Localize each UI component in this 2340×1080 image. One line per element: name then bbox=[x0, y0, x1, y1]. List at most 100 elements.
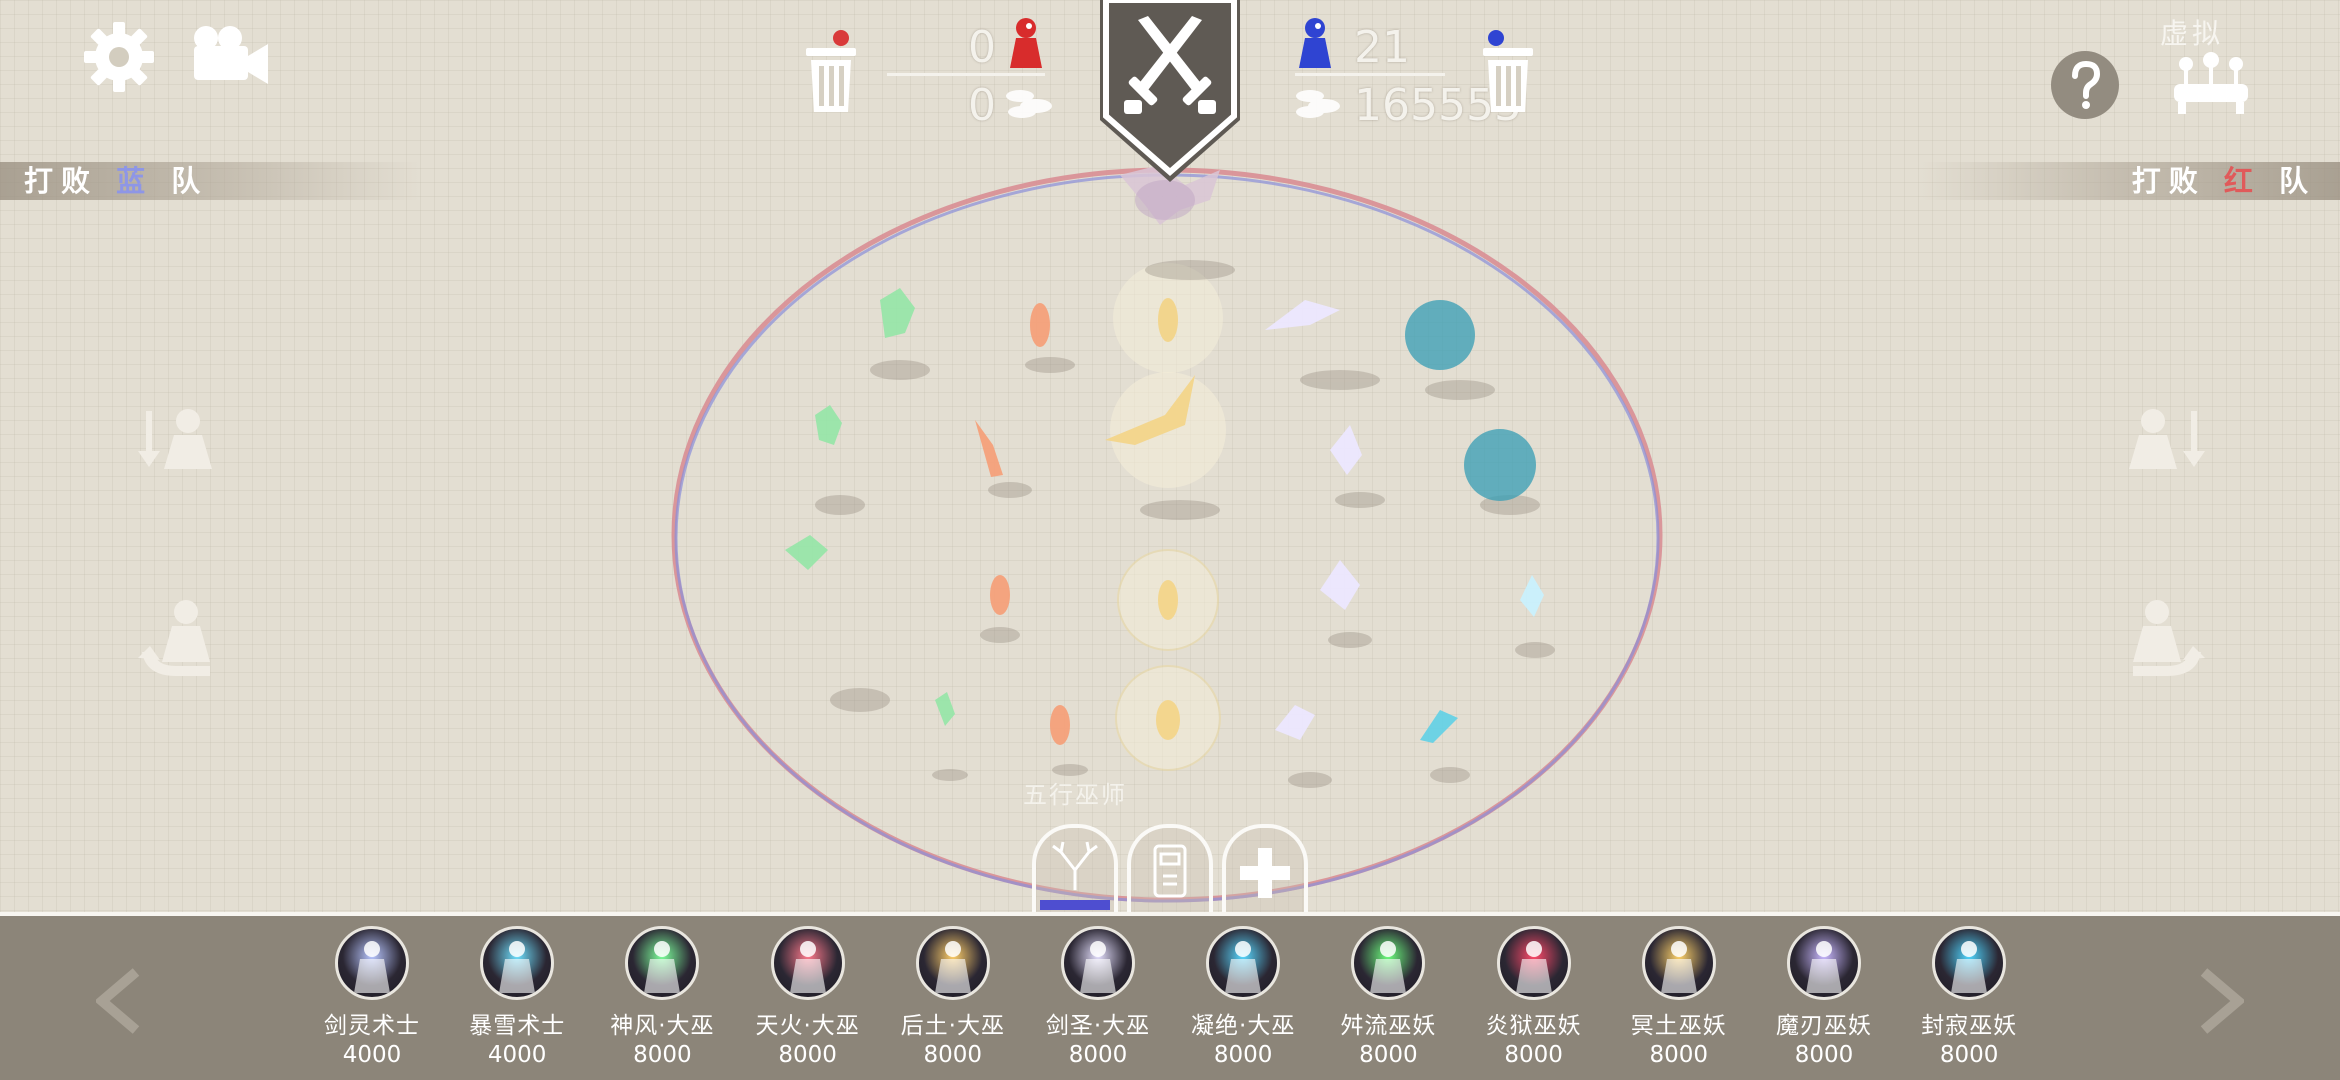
help-button[interactable] bbox=[2050, 50, 2120, 120]
unit-name: 封寂巫妖 bbox=[1921, 1013, 2018, 1039]
unit-portrait bbox=[1061, 926, 1135, 1000]
unit-figure-icon bbox=[499, 941, 536, 993]
unit-name: 天火·大巫 bbox=[755, 1013, 860, 1039]
unit-cost: 8000 bbox=[1939, 1042, 1999, 1068]
blue-team-clear-button[interactable] bbox=[1480, 28, 1536, 116]
red-unit-count: 0 bbox=[968, 22, 996, 73]
virtual-mode-button[interactable] bbox=[2170, 52, 2252, 118]
unit-portrait bbox=[1496, 926, 1571, 1000]
unit-portrait bbox=[480, 926, 555, 1000]
defeat-prefix: 打败 bbox=[2131, 164, 2206, 198]
swap-team-down-icon[interactable] bbox=[138, 405, 218, 475]
blue-unit-count: 21 bbox=[1354, 22, 1410, 73]
unit-name: 舛流巫妖 bbox=[1340, 1013, 1437, 1039]
gear-icon bbox=[84, 22, 154, 92]
unit-name: 炎狱巫妖 bbox=[1485, 1013, 1582, 1039]
unit-name: 凝绝·大巫 bbox=[1191, 1013, 1296, 1039]
unit-card[interactable]: 舛流巫妖 8000 bbox=[1323, 926, 1453, 1068]
video-camera-icon bbox=[194, 26, 268, 84]
unit-card[interactable]: 剑灵术士 4000 bbox=[307, 926, 437, 1068]
start-battle-button[interactable] bbox=[1098, 0, 1242, 186]
unit-portrait bbox=[1641, 926, 1716, 1000]
virtual-mode-label: 虚拟 bbox=[2160, 17, 2225, 50]
unit-portrait bbox=[1206, 926, 1281, 1000]
unit-name: 剑圣·大巫 bbox=[1045, 1013, 1151, 1039]
defeat-red-banner: 打败 红 队 bbox=[1920, 162, 2340, 200]
unit-cost: 8000 bbox=[633, 1042, 692, 1068]
add-slot-button[interactable] bbox=[1222, 824, 1308, 916]
unit-name: 魔刃巫妖 bbox=[1776, 1013, 1872, 1039]
unit-cost: 4000 bbox=[342, 1042, 402, 1068]
unit-cost: 8000 bbox=[1649, 1042, 1709, 1068]
unit-card[interactable]: 暴雪术士 4000 bbox=[452, 926, 582, 1068]
undo-unit-icon[interactable] bbox=[2125, 598, 2205, 682]
unit-figure-icon bbox=[1370, 941, 1407, 993]
unit-card[interactable]: 封寂巫妖 8000 bbox=[1904, 926, 2034, 1068]
chevron-left-icon[interactable] bbox=[96, 968, 142, 1034]
unit-name: 冥土巫妖 bbox=[1630, 1013, 1727, 1039]
help-icon bbox=[2051, 51, 2119, 119]
trash-icon bbox=[806, 30, 856, 112]
unit-selection-bar: 剑灵术士 4000 暴雪术士 4000 神风·大巫 8000 天火·大巫 8000 后土·大巫 8… bbox=[0, 912, 2340, 1080]
trash-icon bbox=[1483, 30, 1533, 112]
unit-cost: 8000 bbox=[778, 1042, 837, 1068]
unit-figure-icon bbox=[1951, 941, 1988, 993]
unit-cost: 4000 bbox=[487, 1042, 547, 1068]
unit-figure-icon bbox=[1515, 941, 1552, 993]
unit-figure-icon bbox=[1225, 941, 1262, 993]
selected-unit-label: 五行巫师 bbox=[1023, 781, 1127, 809]
joystick-icon bbox=[2174, 52, 2248, 114]
unit-figure-icon bbox=[644, 941, 681, 993]
unit-card[interactable]: 炎狱巫妖 8000 bbox=[1469, 926, 1599, 1068]
plus-icon bbox=[1240, 848, 1290, 898]
chevron-right-icon[interactable] bbox=[2198, 968, 2244, 1034]
unit-portrait bbox=[770, 926, 845, 1000]
swap-team-down-icon[interactable] bbox=[2125, 405, 2205, 475]
crossed-swords-icon bbox=[1100, 0, 1240, 182]
unit-portrait bbox=[1787, 926, 1861, 1000]
red-team-name: 红 bbox=[2223, 164, 2261, 198]
unit-portrait bbox=[915, 926, 990, 1000]
antler-icon bbox=[1040, 841, 1110, 910]
settings-button[interactable] bbox=[80, 18, 158, 96]
unit-figure-icon bbox=[789, 941, 826, 993]
unit-name: 剑灵术士 bbox=[324, 1013, 420, 1039]
robot-icon bbox=[1153, 844, 1187, 898]
defeat-prefix: 打败 bbox=[24, 164, 99, 198]
unit-card[interactable]: 天火·大巫 8000 bbox=[743, 926, 873, 1068]
unit-portrait bbox=[335, 926, 409, 1000]
unit-figure-icon bbox=[1660, 941, 1697, 993]
unit-name: 神风·大巫 bbox=[610, 1013, 715, 1039]
unit-cost: 8000 bbox=[1359, 1042, 1418, 1068]
unit-portrait bbox=[625, 926, 700, 1000]
red-team-clear-button[interactable] bbox=[803, 28, 859, 116]
unit-card[interactable]: 魔刃巫妖 8000 bbox=[1759, 926, 1889, 1068]
unit-portrait bbox=[1932, 926, 2007, 1000]
unit-slot-2[interactable] bbox=[1127, 824, 1213, 916]
camera-button[interactable] bbox=[188, 22, 272, 88]
unit-card[interactable]: 剑圣·大巫 8000 bbox=[1033, 926, 1163, 1068]
unit-cost: 8000 bbox=[1213, 1042, 1273, 1068]
defeat-blue-banner: 打败 蓝 队 bbox=[0, 162, 420, 200]
unit-figure-icon bbox=[1806, 941, 1842, 993]
unit-card[interactable]: 冥土巫妖 8000 bbox=[1614, 926, 1744, 1068]
unit-figure-icon bbox=[934, 941, 971, 993]
unit-name: 暴雪术士 bbox=[469, 1013, 566, 1039]
undo-unit-icon[interactable] bbox=[138, 598, 218, 682]
team-suffix: 队 bbox=[171, 164, 209, 198]
unit-portrait bbox=[1351, 926, 1426, 1000]
blue-score-divider bbox=[1295, 73, 1445, 76]
blue-team-name: 蓝 bbox=[116, 164, 154, 198]
red-coin-total: 0 bbox=[968, 80, 996, 131]
unit-slot-active[interactable] bbox=[1032, 824, 1118, 916]
unit-cost: 8000 bbox=[1794, 1042, 1854, 1068]
unit-figure-icon bbox=[354, 941, 390, 993]
unit-cost: 8000 bbox=[1068, 1042, 1128, 1068]
unit-name: 后土·大巫 bbox=[900, 1013, 1005, 1039]
unit-card[interactable]: 凝绝·大巫 8000 bbox=[1178, 926, 1308, 1068]
unit-card[interactable]: 后土·大巫 8000 bbox=[888, 926, 1018, 1068]
blue-pawn-icon bbox=[1299, 18, 1331, 68]
unit-card[interactable]: 神风·大巫 8000 bbox=[597, 926, 727, 1068]
unit-cost: 8000 bbox=[923, 1042, 983, 1068]
coin-stack-icon bbox=[1296, 90, 1340, 118]
